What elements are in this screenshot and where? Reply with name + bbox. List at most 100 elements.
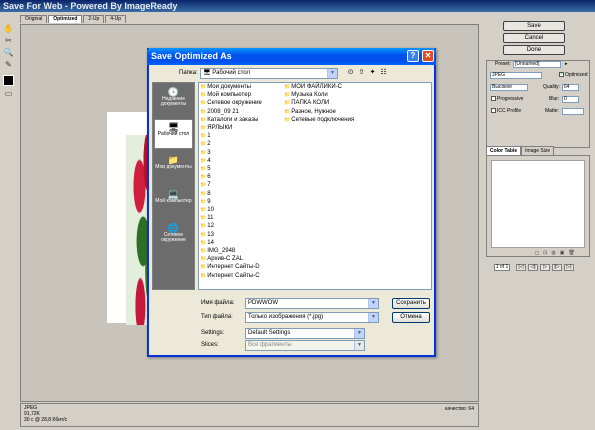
matte-select[interactable] (562, 108, 584, 115)
folder-icon: 📁 (200, 149, 207, 156)
file-list-item[interactable]: 📁Сетевые подключения (284, 117, 354, 124)
file-list-item-label: Разное, Нужное (291, 108, 336, 115)
file-list[interactable]: 📁Мои документы 📁Мой компьютер 📁Сетевое окр… (198, 82, 432, 290)
folder-select[interactable]: 🖥 Рабочий стол ▼ (200, 68, 338, 79)
done-button[interactable]: Done (503, 45, 565, 55)
tab-4up[interactable]: 4-Up (105, 15, 127, 23)
progressive-checkbox[interactable]: Progressive (491, 96, 523, 103)
place-recent[interactable]: 🕓 Недавние документы (154, 85, 193, 115)
dialog-cancel-button[interactable]: Отмена (392, 312, 430, 323)
file-list-item[interactable]: 📁11 (200, 215, 213, 222)
preset-select[interactable]: [Unnamed] (513, 61, 561, 68)
file-list-item[interactable]: 📁9 (200, 199, 211, 206)
file-list-item[interactable]: 📁13 (200, 232, 214, 239)
up-folder-icon[interactable]: ⇧ (357, 68, 366, 77)
file-list-item-label: 6 (207, 174, 211, 181)
preset-menu-icon[interactable]: ▸ (565, 61, 568, 68)
place-my-computer[interactable]: 💻 Мой компьютер (154, 187, 193, 217)
place-my-computer-label: Мой компьютер (155, 198, 192, 204)
blur-label: Blur: (549, 96, 560, 102)
file-list-item-label: Музыка Коли (291, 92, 328, 99)
new-folder-icon[interactable]: ✦ (368, 68, 377, 77)
delete-color-icon[interactable]: 🗑 (568, 250, 574, 256)
place-desktop[interactable]: 🖥 Рабочий стол (154, 119, 193, 149)
file-list-item[interactable]: 📁12 (200, 223, 214, 230)
new-color-icon[interactable]: ▣ (560, 250, 565, 256)
file-list-item[interactable]: 📁2008_09 21 (200, 109, 239, 116)
folder-icon: 📁 (200, 133, 207, 140)
dialog-save-button[interactable]: Сохранить (392, 298, 430, 309)
back-icon[interactable]: ⊙ (346, 68, 355, 77)
file-list-item[interactable]: 📁8 (200, 191, 211, 198)
file-list-item[interactable]: 📁ЯРЛЫКИ (200, 125, 232, 132)
last-frame-icon[interactable]: ▷| (564, 264, 574, 271)
hand-tool-icon[interactable]: ✋ (3, 23, 14, 33)
progressive-check-icon (491, 96, 496, 102)
file-list-item[interactable]: 📁Мои документы (200, 84, 251, 91)
next-frame-icon[interactable]: |▷ (552, 264, 562, 271)
format-select[interactable]: JPEG (490, 72, 542, 79)
close-button[interactable]: ✕ (422, 50, 434, 62)
prev-frame-icon[interactable]: ◁| (528, 264, 538, 271)
quality-level-select[interactable]: Высокое (490, 84, 528, 91)
app-title: Save For Web - Powered By ImageReady (3, 1, 178, 11)
slice-select-icon[interactable]: ✂ (3, 35, 14, 45)
file-list-item[interactable]: 📁IMG_2948 (200, 248, 235, 255)
file-list-item[interactable]: 📁10 (200, 207, 214, 214)
tab-original[interactable]: Original (20, 15, 48, 23)
filename-input[interactable]: PDWWOW ▼ (245, 298, 379, 309)
play-icon[interactable]: ▷ (540, 264, 550, 271)
toggle-slices-icon[interactable]: ▭ (3, 88, 14, 98)
frame-nav-bar: 1 of 1 |◁ ◁| ▷ |▷ ▷| (486, 263, 590, 272)
map-color-icon[interactable]: ◻ (535, 250, 539, 256)
color-table-panel: ◻ ⊡ ◍ ▣ 🗑 (486, 155, 590, 257)
view-menu-icon[interactable]: ☷ (379, 68, 388, 77)
file-list-item[interactable]: 📁6 (200, 174, 211, 181)
filetype-select[interactable]: Только изображения (*.jpg) ▼ (245, 312, 379, 323)
place-my-documents[interactable]: 📁 Мои документы (154, 153, 193, 183)
file-list-item[interactable]: 📁Сетевое окружение (200, 100, 262, 107)
file-list-item[interactable]: 📁МОИ ФАЙЛИКИ-C (284, 84, 342, 91)
cancel-button[interactable]: Cancel (503, 33, 565, 43)
settings-value: Default Settings (248, 330, 291, 336)
place-network[interactable]: 🌐 Сетевое окружение (154, 221, 193, 251)
file-list-item[interactable]: 📁7 (200, 182, 211, 189)
settings-select[interactable]: Default Settings ▼ (245, 328, 365, 339)
blur-input[interactable]: 0 (562, 96, 579, 103)
first-frame-icon[interactable]: |◁ (516, 264, 526, 271)
file-list-item[interactable]: 📁14 (200, 240, 214, 247)
file-list-item[interactable]: 📁5 (200, 166, 211, 173)
eyedropper-icon[interactable]: ✎ (3, 59, 14, 69)
file-list-item[interactable]: 📁Архив-C ZAL (200, 256, 243, 263)
file-list-item[interactable]: 📁3 (200, 150, 211, 157)
file-list-item[interactable]: 📁Интернет Сайты-C (200, 273, 260, 280)
file-list-item[interactable]: 📁Каталоги и заказы (200, 117, 258, 124)
file-list-item[interactable]: 📁2 (200, 141, 211, 148)
file-list-item[interactable]: 📁Музыка Коли (284, 92, 328, 99)
help-button[interactable]: ? (407, 50, 419, 62)
file-list-item[interactable]: 📁Интернет Сайты-D (200, 264, 260, 271)
filetype-label: Тип файла: (201, 314, 233, 320)
file-list-item[interactable]: 📁Разное, Нужное (284, 109, 336, 116)
icc-checkbox[interactable]: ICC Profile (491, 108, 521, 115)
folder-icon: 📁 (200, 264, 207, 271)
file-list-item[interactable]: 📁Мой компьютер (200, 92, 251, 99)
folder-icon: 📁 (200, 92, 207, 99)
eyedropper-color-swatch[interactable] (3, 75, 14, 86)
chevron-down-icon: ▼ (368, 299, 378, 308)
file-list-item-label: Мой компьютер (207, 92, 251, 99)
file-list-item[interactable]: 📁4 (200, 158, 211, 165)
tab-optimized[interactable]: Optimized (48, 15, 83, 23)
zoom-tool-icon[interactable]: 🔍 (3, 47, 14, 57)
color-table-grid[interactable] (491, 160, 585, 248)
file-list-item-label: Интернет Сайты-D (207, 264, 260, 271)
file-list-item[interactable]: 📁ПАПКА КОЛИ (284, 100, 329, 107)
quality-input[interactable]: 64 (562, 84, 579, 91)
save-button[interactable]: Save (503, 21, 565, 31)
optimized-checkbox[interactable]: Optimized (559, 71, 588, 79)
preset-label: Preset: (495, 61, 511, 67)
web-shift-icon[interactable]: ◍ (551, 250, 555, 256)
file-list-item[interactable]: 📁1 (200, 133, 211, 140)
lock-color-icon[interactable]: ⊡ (543, 250, 547, 256)
tab-2up[interactable]: 2-Up (83, 15, 105, 23)
